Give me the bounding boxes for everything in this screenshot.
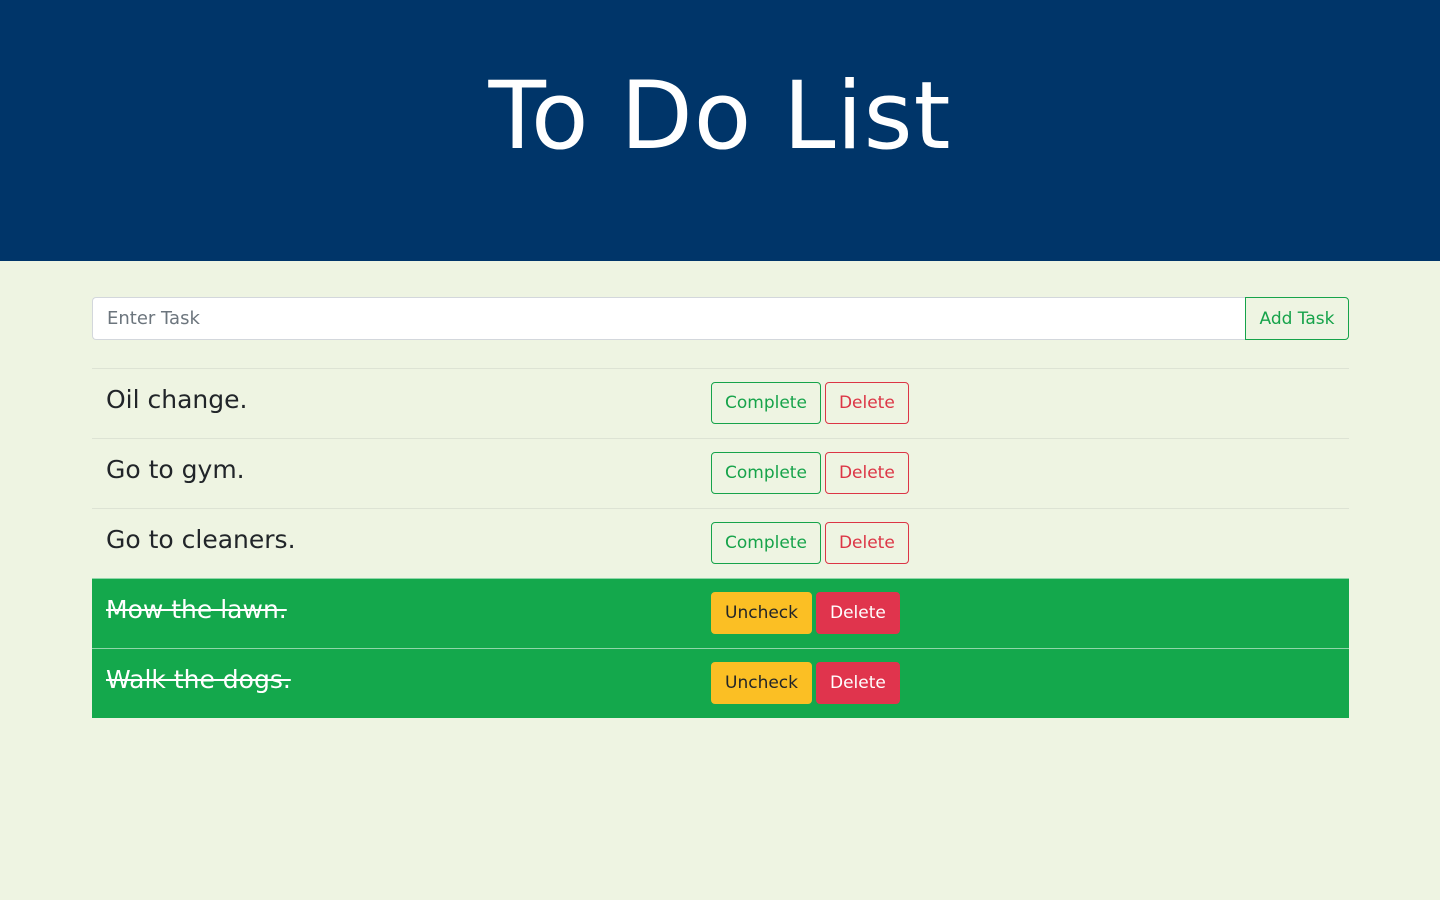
task-list: Oil change. Complete Delete Go to gym. C… <box>92 368 1349 718</box>
task-actions: Complete Delete <box>711 382 909 424</box>
complete-button[interactable]: Complete <box>711 452 821 494</box>
task-actions: Uncheck Delete <box>711 592 900 634</box>
task-actions: Complete Delete <box>711 522 909 564</box>
task-text: Go to cleaners. <box>106 525 296 554</box>
complete-button[interactable]: Complete <box>711 382 821 424</box>
task-text: Go to gym. <box>106 455 245 484</box>
page-title: To Do List <box>488 62 952 171</box>
delete-button[interactable]: Delete <box>824 452 909 494</box>
delete-button[interactable]: Delete <box>816 592 900 634</box>
completed-task-row: Walk the dogs. Uncheck Delete <box>92 648 1349 718</box>
task-text: Oil change. <box>106 385 248 414</box>
complete-button[interactable]: Complete <box>711 522 821 564</box>
uncheck-button[interactable]: Uncheck <box>711 662 812 704</box>
delete-button[interactable]: Delete <box>816 662 900 704</box>
add-task-form: Add Task <box>92 297 1349 340</box>
completed-task-row: Mow the lawn. Uncheck Delete <box>92 578 1349 648</box>
delete-button[interactable]: Delete <box>824 382 909 424</box>
task-input[interactable] <box>92 297 1245 340</box>
task-actions: Uncheck Delete <box>711 662 900 704</box>
task-text: Walk the dogs. <box>106 665 291 694</box>
page-header: To Do List <box>0 0 1440 261</box>
task-text: Mow the lawn. <box>106 595 287 624</box>
add-task-button[interactable]: Add Task <box>1245 297 1349 340</box>
delete-button[interactable]: Delete <box>824 522 909 564</box>
task-actions: Complete Delete <box>711 452 909 494</box>
uncheck-button[interactable]: Uncheck <box>711 592 812 634</box>
task-row: Go to cleaners. Complete Delete <box>92 508 1349 578</box>
task-row: Go to gym. Complete Delete <box>92 438 1349 508</box>
task-row: Oil change. Complete Delete <box>92 368 1349 438</box>
